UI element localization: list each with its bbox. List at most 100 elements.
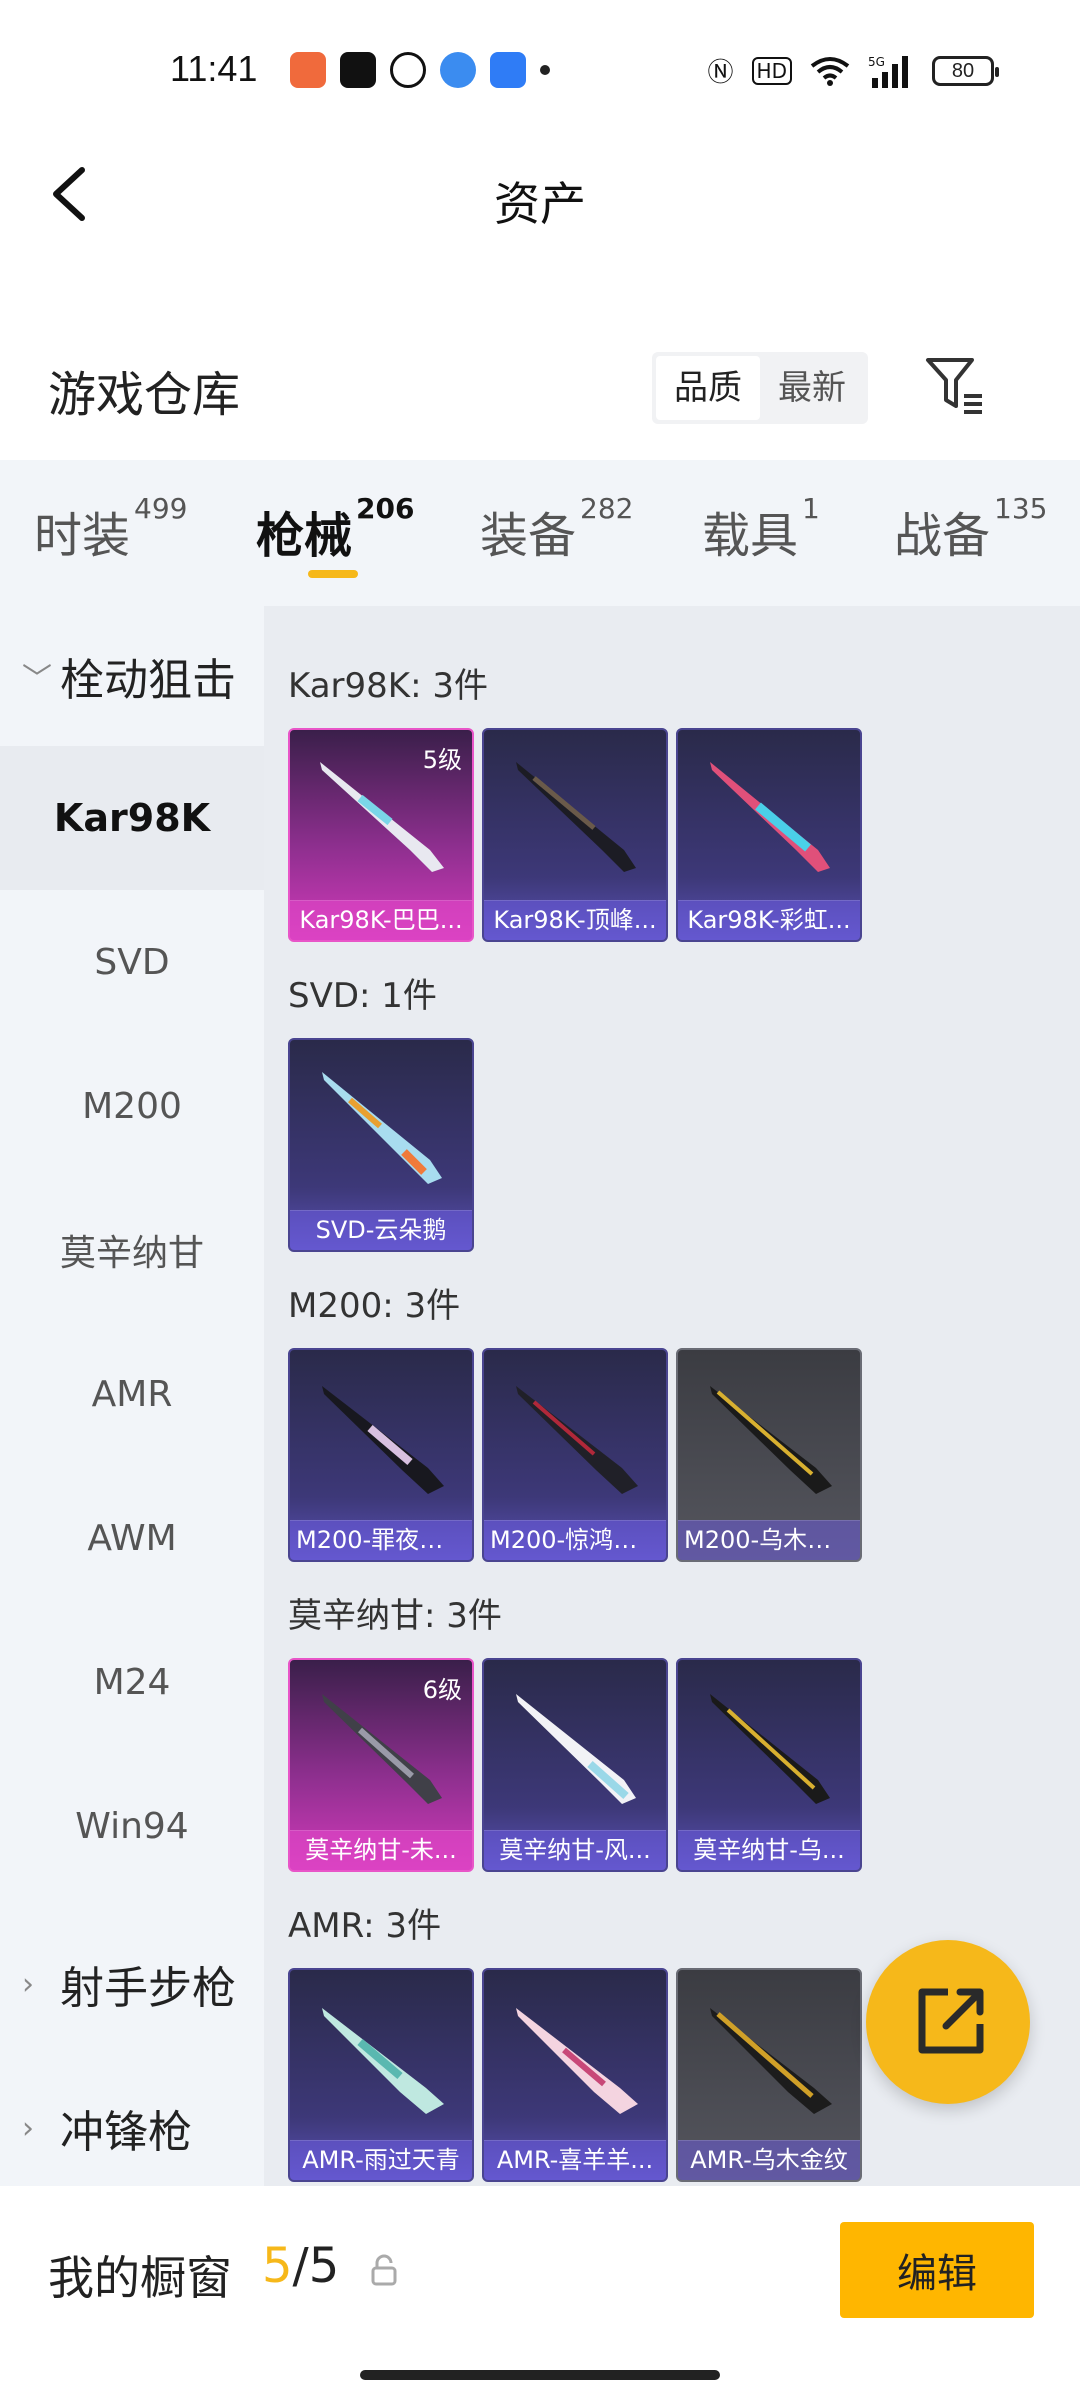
skin-card[interactable]: Kar98K-顶峰... — [482, 728, 668, 942]
rifle-image — [516, 762, 636, 872]
skin-name: Kar98K-巴巴... — [290, 900, 472, 940]
tab-label: 战备 — [894, 508, 991, 564]
skin-name: 莫辛纳甘-乌... — [678, 1830, 860, 1870]
header: 资产 — [0, 140, 1080, 250]
game-app-icon — [290, 52, 326, 88]
tab-count: 135 — [994, 492, 1048, 525]
share-button[interactable] — [866, 1940, 1030, 2104]
tab-fashion[interactable]: 时装 499 — [34, 492, 187, 566]
sidebar-group-bolt-action[interactable]: ﹀ 栓动狙击 — [0, 606, 264, 746]
sidebar-item-win94[interactable]: Win94 — [0, 1754, 264, 1898]
skin-card[interactable]: M200-罪夜之... — [288, 1348, 474, 1562]
svg-text:5G: 5G — [868, 55, 885, 69]
rifle-image — [516, 1694, 636, 1804]
sidebar-group-smg[interactable]: › 冲锋枪 — [0, 2058, 264, 2198]
signal-5g-icon: 5G — [868, 55, 908, 88]
category-tabs: 时装 499 枪械 206 装备 282 载具 1 战备 135 — [0, 460, 1080, 606]
skin-name: AMR-喜羊羊... — [484, 2140, 666, 2180]
nfc-icon: Ⓝ — [707, 58, 734, 88]
skin-card[interactable]: M200-惊鸿侠... — [482, 1348, 668, 1562]
showcase-label: 我的橱窗 — [48, 2251, 232, 2305]
tab-vehicles[interactable]: 载具 1 — [702, 492, 820, 566]
skin-name: 莫辛纳甘-风... — [484, 1830, 666, 1870]
rifle-image — [322, 2008, 444, 2114]
skin-name: M200-乌木金... — [678, 1520, 860, 1560]
skin-card[interactable]: 莫辛纳甘-风... — [482, 1658, 668, 1872]
sort-by-quality[interactable]: 品质 — [656, 356, 760, 420]
battery-icon: 80 — [932, 55, 999, 86]
wechat-icon — [390, 52, 426, 88]
sidebar-item-svd[interactable]: SVD — [0, 890, 264, 1034]
skin-card[interactable]: AMR-雨过天青 — [288, 1968, 474, 2182]
sidebar-item-amr[interactable]: AMR — [0, 1322, 264, 1466]
sidebar-item-kar98k[interactable]: Kar98K — [0, 746, 264, 890]
system-status: Ⓝ HD 5G 80 — [707, 52, 999, 89]
sidebar-item-m24[interactable]: M24 — [0, 1610, 264, 1754]
tab-supplies[interactable]: 战备 135 — [894, 492, 1047, 566]
tab-count: 282 — [580, 492, 634, 525]
section-title-m200: M200: 3件 — [288, 1286, 461, 1326]
sidebar-item-awm[interactable]: AWM — [0, 1466, 264, 1610]
browser-icon — [440, 52, 476, 88]
edit-button[interactable]: 编辑 — [840, 2222, 1034, 2318]
skin-name: Kar98K-彩虹... — [678, 900, 860, 940]
sidebar-group-marksman[interactable]: › 射手步枪 — [0, 1914, 264, 2054]
hd-icon: HD — [751, 56, 792, 85]
level-badge: 6级 — [422, 1676, 462, 1704]
skin-card[interactable]: 莫辛纳甘-乌... — [676, 1658, 862, 1872]
sidebar-item-m200[interactable]: M200 — [0, 1034, 264, 1178]
chevron-right-icon: › — [22, 2110, 34, 2146]
tab-label: 枪械 — [256, 508, 353, 564]
skin-card[interactable]: AMR-喜羊羊... — [482, 1968, 668, 2182]
skin-name: SVD-云朵鹅 — [290, 1210, 472, 1250]
rifle-image — [710, 1694, 830, 1804]
skin-card[interactable]: M200-乌木金... — [676, 1348, 862, 1562]
section-title-amr: AMR: 3件 — [288, 1906, 442, 1946]
rifle-image — [516, 1386, 638, 1494]
tab-weapons[interactable]: 枪械 206 — [256, 492, 414, 566]
skin-card[interactable]: AMR-乌木金纹 — [676, 1968, 862, 2182]
more-notifications-dot — [540, 65, 550, 75]
skin-name: AMR-乌木金纹 — [678, 2140, 860, 2180]
status-time: 11:41 — [170, 48, 258, 89]
share-icon — [918, 1988, 984, 2054]
rifle-image — [322, 1072, 442, 1184]
sidebar-item-mosin-nagant[interactable]: 莫辛纳甘 — [0, 1178, 264, 1322]
skin-card[interactable]: 6级 莫辛纳甘-未... — [288, 1658, 474, 1872]
weapon-category-sidebar: ﹀ 栓动狙击 Kar98K SVD M200 莫辛纳甘 AMR AWM M24 W… — [0, 606, 264, 2186]
tab-count: 1 — [802, 492, 820, 525]
home-indicator[interactable] — [360, 2370, 720, 2380]
showcase-separator: / — [292, 2238, 309, 2294]
tiktok-icon — [340, 52, 376, 88]
active-tab-indicator — [308, 570, 358, 578]
skin-card[interactable]: SVD-云朵鹅 — [288, 1038, 474, 1252]
tab-equipment[interactable]: 装备 282 — [480, 492, 633, 566]
warehouse-title: 游戏仓库 — [48, 367, 241, 423]
section-title-kar98k: Kar98K: 3件 — [288, 666, 488, 706]
skin-name: M200-惊鸿侠... — [484, 1520, 666, 1560]
skin-name: AMR-雨过天青 — [290, 2140, 472, 2180]
rifle-image — [516, 2008, 638, 2114]
notification-icons — [290, 52, 550, 88]
rifle-image — [322, 1386, 444, 1494]
sort-toggle: 品质 最新 — [652, 352, 868, 424]
showcase-count: 5/5 — [262, 2238, 339, 2294]
filter-icon[interactable] — [920, 350, 990, 420]
rifle-image — [710, 762, 830, 872]
section-title-mosin-nagant: 莫辛纳甘: 3件 — [288, 1596, 502, 1636]
skin-card[interactable]: Kar98K-彩虹... — [676, 728, 862, 942]
status-bar: 11:41 Ⓝ HD 5G 80 — [0, 0, 1080, 140]
sort-by-newest[interactable]: 最新 — [760, 356, 864, 420]
sidebar-group-label: 栓动狙击 — [60, 655, 236, 706]
skin-card[interactable]: 5级 Kar98K-巴巴... — [288, 728, 474, 942]
calendar-icon — [490, 52, 526, 88]
wifi-icon — [810, 56, 850, 86]
skin-name: Kar98K-顶峰... — [484, 900, 666, 940]
tab-count: 499 — [134, 492, 188, 525]
tab-label: 装备 — [480, 508, 577, 564]
sidebar-group-label: 射手步枪 — [60, 1963, 236, 2014]
level-badge: 5级 — [422, 746, 462, 774]
chevron-right-icon: › — [22, 1966, 34, 2002]
sidebar-group-label: 冲锋枪 — [60, 2107, 192, 2158]
chevron-down-icon: ﹀ — [22, 662, 52, 697]
